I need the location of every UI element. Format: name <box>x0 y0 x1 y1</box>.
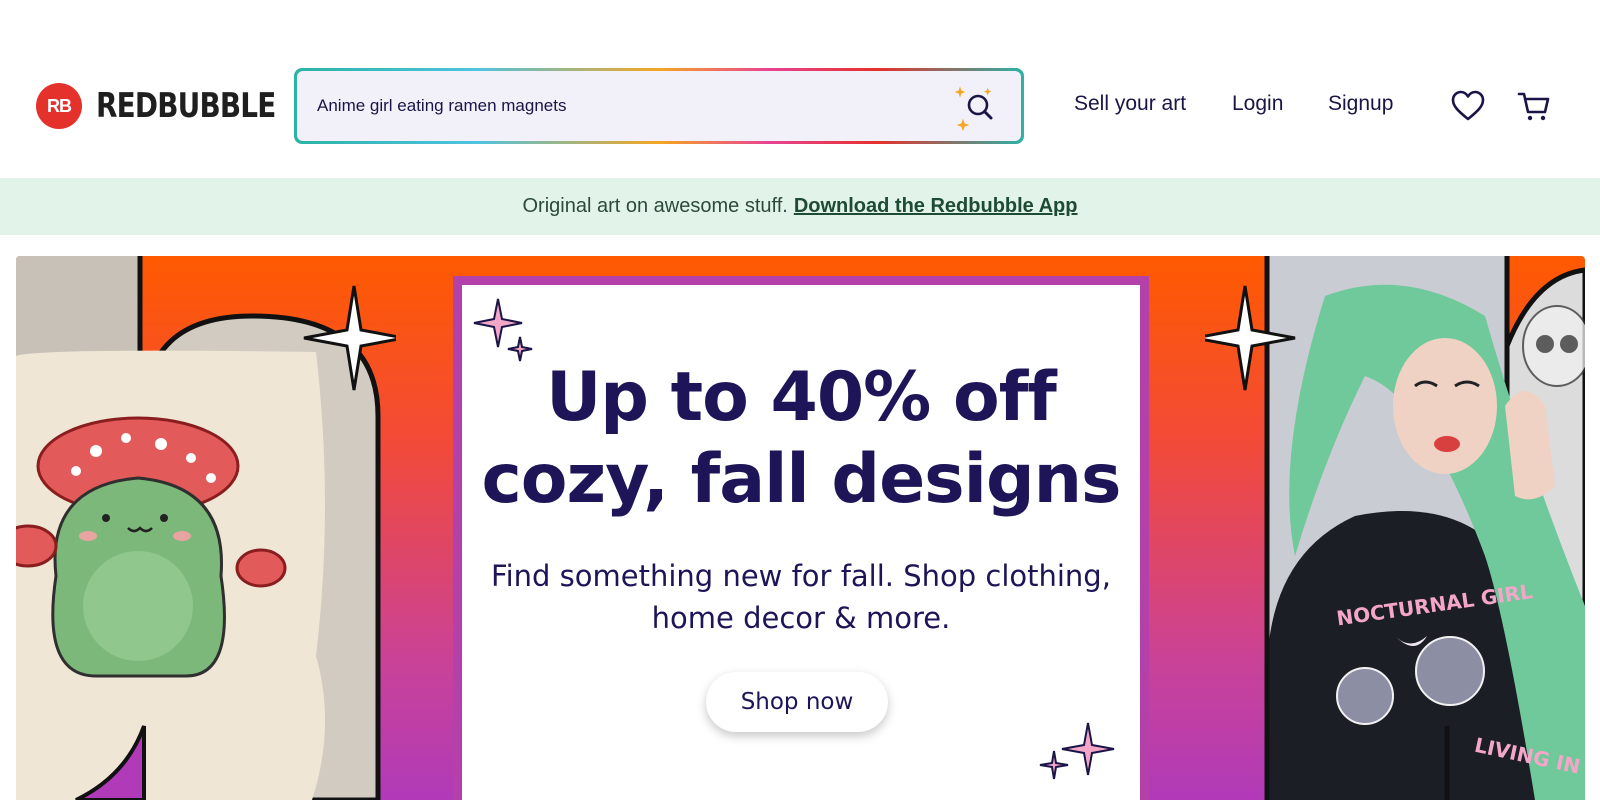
sparkle-icon <box>1039 722 1115 780</box>
search-box <box>294 68 1024 144</box>
login-link[interactable]: Login <box>1232 92 1283 116</box>
search-button[interactable] <box>953 83 1003 132</box>
skull-illustration <box>1522 305 1585 387</box>
promo-card-inner: Up to 40% off cozy, fall designs Find so… <box>462 285 1140 800</box>
hero-headline: Up to 40% off cozy, fall designs <box>481 358 1121 519</box>
hero-subline: Find something new for fall. Shop clothi… <box>491 559 1111 635</box>
logo-mark: RB <box>36 83 82 129</box>
heart-icon <box>1451 90 1485 121</box>
search-inner <box>297 71 1021 141</box>
site-header: RB REDBUBBLE Sell your art Login Signup <box>0 0 1600 178</box>
favorites-button[interactable] <box>1450 88 1486 124</box>
signup-link[interactable]: Signup <box>1328 92 1393 116</box>
cart-icon <box>1517 92 1550 121</box>
hero-banner[interactable]: Up to 40% off cozy, fall designs Find so… <box>16 256 1585 800</box>
model-tshirt-image: NOCTURNAL GIRL LIVING IN A <box>1205 256 1585 800</box>
cart-button[interactable] <box>1516 88 1552 124</box>
shop-now-button[interactable]: Shop now <box>706 672 888 732</box>
redbubble-logo[interactable]: RB REDBUBBLE <box>36 82 315 130</box>
search-input[interactable] <box>317 71 917 141</box>
frog-pillow-image <box>16 256 396 800</box>
search-icon <box>954 86 993 132</box>
app-promo-banner: Original art on awesome stuff. Download … <box>0 178 1600 235</box>
sell-your-art-link[interactable]: Sell your art <box>1074 92 1186 116</box>
logo-wordmark: REDBUBBLE <box>96 86 276 126</box>
promo-card: Up to 40% off cozy, fall designs Find so… <box>453 276 1149 800</box>
app-banner-text: Original art on awesome stuff. <box>522 195 788 217</box>
download-app-link[interactable]: Download the Redbubble App <box>794 195 1078 218</box>
